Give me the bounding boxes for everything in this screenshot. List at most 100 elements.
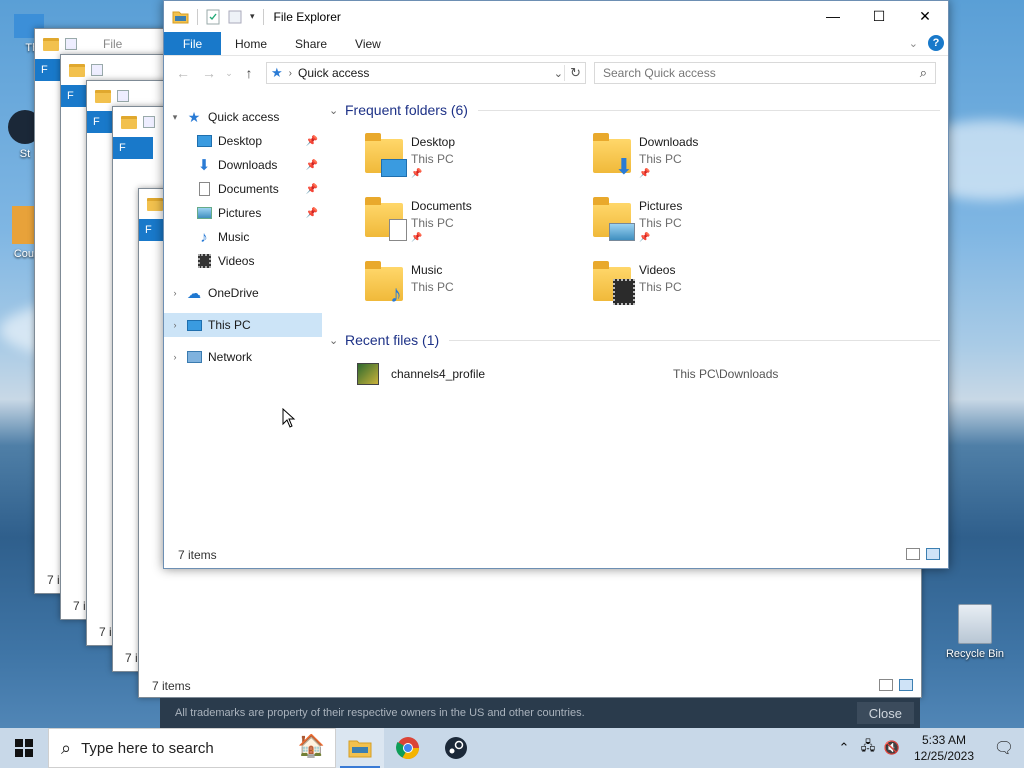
folder-name: Videos — [639, 263, 676, 277]
folder-tile-desktop[interactable]: Desktop This PC 📌 — [363, 133, 591, 185]
desktop-icon-recycle-bin[interactable]: Recycle Bin — [944, 604, 1006, 660]
pin-icon[interactable]: 📌 — [306, 136, 318, 147]
folder-location: This PC — [411, 152, 454, 166]
pin-icon[interactable]: 📌 — [639, 232, 682, 243]
close-icon: ✕ — [919, 7, 931, 24]
tab-home[interactable]: Home — [221, 32, 281, 55]
folder-icon — [121, 115, 137, 129]
pin-icon[interactable]: 📌 — [306, 160, 318, 171]
downloads-folder-icon: ⬇ — [591, 133, 637, 179]
nav-music[interactable]: ♪ Music — [164, 225, 322, 249]
content-pane: ⌄ Frequent folders (6) Desktop This PC 📌 ⬇… — [329, 101, 940, 540]
search-input[interactable]: Search Quick access ⌕ — [594, 62, 936, 84]
recent-files-header[interactable]: ⌄ Recent files (1) — [329, 331, 940, 349]
volume-muted-icon[interactable]: 🔇 — [880, 740, 904, 756]
back-button[interactable]: ← — [172, 62, 194, 84]
large-icons-view-icon[interactable] — [926, 548, 940, 560]
folder-tile-music[interactable]: ♪ Music This PC — [363, 261, 591, 313]
pin-icon[interactable]: 📌 — [306, 208, 318, 219]
expand-chevron-icon[interactable]: › — [168, 320, 182, 330]
folder-tile-downloads[interactable]: ⬇ Downloads This PC 📌 — [591, 133, 819, 185]
computer-icon — [186, 317, 202, 333]
file-tab[interactable]: F — [139, 219, 163, 241]
breadcrumb-quick-access[interactable]: Quick access — [298, 66, 369, 80]
nav-downloads[interactable]: ⬇ Downloads 📌 — [164, 153, 322, 177]
steam-trademark-banner: All trademarks are property of their res… — [160, 698, 920, 728]
refresh-icon[interactable]: ↻ — [570, 65, 581, 81]
collapse-chevron-icon[interactable]: ▾ — [168, 112, 182, 123]
pin-icon[interactable]: 📌 — [639, 168, 698, 179]
folder-tile-pictures[interactable]: Pictures This PC 📌 — [591, 197, 819, 249]
taskbar-search-input[interactable]: ⌕ Type here to search 🏠 — [48, 728, 336, 768]
folder-location: This PC — [411, 280, 454, 294]
frequent-folders-header[interactable]: ⌄ Frequent folders (6) — [329, 101, 940, 119]
nav-label: Videos — [218, 254, 255, 268]
network-status-icon[interactable]: 🖧 — [856, 737, 880, 759]
videos-folder-icon — [591, 261, 637, 307]
nav-quick-access[interactable]: ▾ ★ Quick access — [164, 105, 322, 129]
status-items: 7 i — [73, 599, 86, 613]
view-switcher[interactable] — [906, 548, 940, 560]
nav-videos[interactable]: Videos — [164, 249, 322, 273]
tab-share[interactable]: Share — [281, 32, 341, 55]
file-explorer-window[interactable]: ▾ File Explorer — ☐ ✕ File Home Share Vi… — [163, 0, 949, 569]
image-thumbnail-icon — [357, 363, 379, 385]
address-field[interactable]: ★ › Quick access ⌄ ↻ — [266, 62, 586, 84]
banner-close-button[interactable]: Close — [856, 702, 914, 724]
expand-ribbon-icon[interactable]: ⌄ — [909, 37, 918, 50]
collapse-chevron-icon[interactable]: ⌄ — [329, 104, 345, 117]
forward-arrow-icon: → — [202, 65, 216, 81]
window-title-peek: File — [103, 37, 123, 51]
help-icon[interactable]: ? — [928, 35, 944, 51]
pin-icon[interactable]: 📌 — [411, 232, 472, 243]
tab-file[interactable]: File — [164, 32, 221, 55]
taskbar-file-explorer[interactable] — [336, 728, 384, 768]
group-title: Frequent folders (6) — [345, 102, 468, 118]
recent-file-row[interactable]: channels4_profile This PC\Downloads — [357, 361, 940, 387]
expand-chevron-icon[interactable]: › — [168, 352, 182, 362]
nav-label: Network — [208, 350, 253, 364]
nav-pictures[interactable]: Pictures 📌 — [164, 201, 322, 225]
folder-location: This PC — [411, 216, 454, 230]
close-button[interactable]: ✕ — [902, 1, 948, 31]
show-hidden-icons-icon[interactable]: ⌃ — [832, 740, 856, 756]
nav-desktop[interactable]: Desktop 📌 — [164, 129, 322, 153]
pin-icon[interactable]: 📌 — [411, 168, 455, 179]
steam-icon — [445, 737, 467, 759]
notification-center-icon[interactable]: 🗨 — [984, 738, 1024, 758]
up-button[interactable]: ↑ — [238, 62, 260, 84]
details-view-icon[interactable] — [879, 679, 893, 691]
nav-network[interactable]: › Network — [164, 345, 322, 369]
view-switcher[interactable] — [879, 679, 913, 691]
nav-onedrive[interactable]: › ☁ OneDrive — [164, 281, 322, 305]
pin-icon[interactable]: 📌 — [306, 184, 318, 195]
nav-documents[interactable]: Documents 📌 — [164, 177, 322, 201]
taskbar-steam[interactable] — [432, 728, 480, 768]
forward-button[interactable]: → — [198, 62, 220, 84]
start-button[interactable] — [0, 728, 48, 768]
recent-locations-button[interactable]: ⌄ — [224, 62, 234, 84]
taskbar-chrome[interactable] — [384, 728, 432, 768]
address-dropdown-icon[interactable]: ⌄ — [554, 67, 563, 80]
expand-chevron-icon[interactable]: › — [168, 288, 182, 298]
search-highlight-icon[interactable]: 🏠 — [298, 733, 325, 759]
large-icons-view-icon[interactable] — [899, 679, 913, 691]
minimize-button[interactable]: — — [810, 1, 856, 31]
folder-tile-documents[interactable]: Documents This PC 📌 — [363, 197, 591, 249]
tab-view[interactable]: View — [341, 32, 395, 55]
collapse-chevron-icon[interactable]: ⌄ — [329, 334, 345, 347]
download-arrow-icon: ⬇ — [197, 157, 211, 174]
clock[interactable]: 5:33 AM 12/25/2023 — [904, 732, 984, 764]
taskbar: ⌕ Type here to search 🏠 ⌃ 🖧 🔇 5:33 AM 12… — [0, 728, 1024, 768]
folder-tile-videos[interactable]: Videos This PC — [591, 261, 819, 313]
title-bar[interactable]: ▾ File Explorer — ☐ ✕ — [164, 1, 948, 32]
new-folder-icon[interactable] — [228, 10, 242, 24]
customize-qat-icon[interactable]: ▾ — [250, 11, 255, 22]
group-title: Recent files (1) — [345, 332, 440, 348]
properties-icon[interactable] — [206, 9, 220, 25]
details-view-icon[interactable] — [906, 548, 920, 560]
nav-this-pc[interactable]: › This PC — [164, 313, 322, 337]
file-tab[interactable]: F — [113, 137, 153, 159]
search-icon: ⌕ — [61, 737, 72, 758]
maximize-button[interactable]: ☐ — [856, 1, 902, 31]
